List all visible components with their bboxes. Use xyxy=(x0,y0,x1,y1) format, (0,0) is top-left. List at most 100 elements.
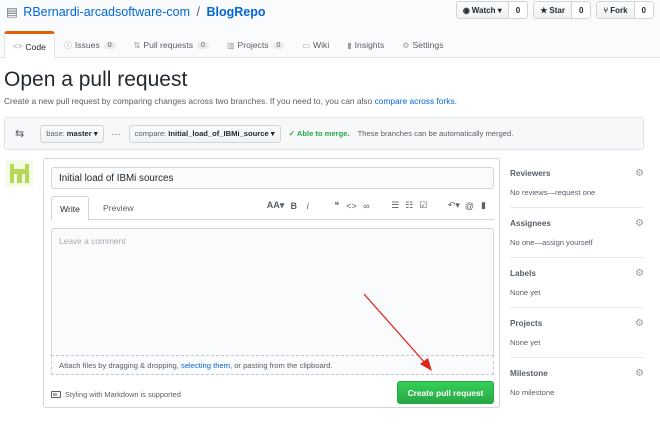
sidebar-heading: Reviewers xyxy=(510,169,551,178)
tab-preview[interactable]: Preview xyxy=(95,196,142,220)
sidebar-assignees: Assignees ⚙ No one—assign yourself xyxy=(510,208,644,258)
code-icon: <> xyxy=(13,42,23,51)
sidebar-value[interactable]: No reviews—request one xyxy=(510,188,644,197)
star-count[interactable]: 0 xyxy=(571,2,591,18)
tab-projects[interactable]: ▥ Projects 0 xyxy=(218,31,294,58)
pull-requests-counter: 0 xyxy=(197,41,209,49)
italic-icon[interactable]: i xyxy=(303,201,312,211)
mention-icon[interactable]: @ xyxy=(465,201,474,211)
select-files-link[interactable]: selecting them xyxy=(181,361,230,370)
tab-label: Insights xyxy=(354,40,385,50)
tab-write[interactable]: Write xyxy=(51,196,89,221)
watch-button-group: ◉ Watch ▾ 0 xyxy=(455,1,529,19)
path-separator: / xyxy=(196,5,200,19)
sidebar-value: No milestone xyxy=(510,388,555,397)
repo-title: ▤ RBernardi-arcadsoftware-com / BlogRepo xyxy=(6,4,266,19)
editor-tabs: Write Preview AA▾ B i ❝ <> ∞ ☰ ☷ ☑ ↶▾ @ … xyxy=(51,196,494,221)
tab-issues[interactable]: ⓘ Issues 0 xyxy=(55,31,125,58)
eye-icon: ◉ xyxy=(462,5,470,15)
fork-count[interactable]: 0 xyxy=(634,2,653,18)
identicon-icon xyxy=(6,160,33,187)
markdown-note: M↓ Styling with Markdown is supported xyxy=(51,390,181,399)
watch-button[interactable]: ◉ Watch ▾ xyxy=(456,2,509,18)
pull-request-icon: ⇅ xyxy=(133,40,141,50)
link-icon[interactable]: ∞ xyxy=(362,201,371,211)
tab-label: Pull requests xyxy=(143,40,194,50)
tab-code[interactable]: <> Code xyxy=(4,31,55,59)
sidebar-value: None yet xyxy=(510,288,541,297)
fork-icon: ⑂ xyxy=(603,5,609,15)
bookmark-icon[interactable]: ▮ xyxy=(479,200,488,211)
compare-key: compare: xyxy=(134,129,167,138)
tab-wiki[interactable]: ▭ Wiki xyxy=(293,31,338,58)
repo-nav: <> Code ⓘ Issues 0 ⇅ Pull requests 0 ▥ Project… xyxy=(4,31,453,59)
bulleted-list-icon[interactable]: ☰ xyxy=(391,200,400,211)
gear-icon[interactable]: ⚙ xyxy=(635,368,644,379)
graph-icon: ▮ xyxy=(347,40,352,50)
base-key: base: xyxy=(46,129,65,138)
tab-label: Wiki xyxy=(313,40,330,50)
pull-request-form: Write Preview AA▾ B i ❝ <> ∞ ☰ ☷ ☑ ↶▾ @ … xyxy=(43,158,500,408)
sidebar-heading: Projects xyxy=(510,319,543,328)
base-value: master ▾ xyxy=(66,129,98,138)
sidebar-labels: Labels ⚙ None yet xyxy=(510,258,644,308)
sidebar-heading: Labels xyxy=(510,269,536,278)
tab-settings[interactable]: ⚙ Settings xyxy=(393,31,452,58)
compare-across-forks-link[interactable]: compare across forks. xyxy=(375,96,457,106)
star-button-group: ★ Star 0 xyxy=(533,1,592,19)
tab-label: Settings xyxy=(412,40,444,50)
projects-counter: 0 xyxy=(272,41,285,49)
gear-icon[interactable]: ⚙ xyxy=(635,168,644,179)
repo-actions: ◉ Watch ▾ 0 ★ Star 0 ⑂ Fork 0 xyxy=(455,1,654,19)
create-pull-request-button[interactable]: Create pull request xyxy=(397,381,494,404)
repo-owner-link[interactable]: RBernardi-arcadsoftware-com xyxy=(23,5,190,19)
file-drop-zone[interactable]: Attach files by dragging & dropping, sel… xyxy=(51,355,494,375)
repo-name-link[interactable]: BlogRepo xyxy=(206,5,265,19)
gear-icon[interactable]: ⚙ xyxy=(635,218,644,229)
issues-counter: 0 xyxy=(103,41,116,49)
tab-pull-requests[interactable]: ⇅ Pull requests 0 xyxy=(125,31,218,58)
sidebar-projects: Projects ⚙ None yet xyxy=(510,308,644,358)
quote-icon[interactable]: ❝ xyxy=(332,200,341,211)
gear-icon[interactable]: ⚙ xyxy=(635,318,644,329)
base-branch-select[interactable]: base: master ▾ xyxy=(40,124,104,143)
reply-icon[interactable]: ↶▾ xyxy=(448,200,460,211)
numbered-list-icon[interactable]: ☷ xyxy=(405,200,414,211)
tab-label: Code xyxy=(25,41,46,52)
star-icon: ★ xyxy=(540,5,548,15)
fork-button-group: ⑂ Fork 0 xyxy=(596,1,654,19)
compare-icon: ⇆ xyxy=(15,128,25,140)
page-lead: Create a new pull request by comparing c… xyxy=(4,96,457,106)
issue-icon: ⓘ xyxy=(63,40,72,50)
attach-text: Attach files by dragging & dropping, xyxy=(59,360,179,370)
comment-textarea[interactable] xyxy=(51,228,494,355)
gear-icon: ⚙ xyxy=(402,40,410,50)
tab-insights[interactable]: ▮ Insights xyxy=(338,31,393,58)
sidebar-value[interactable]: No one—assign yourself xyxy=(510,238,644,247)
gear-icon[interactable]: ⚙ xyxy=(635,268,644,279)
book-icon: ▭ xyxy=(302,40,311,50)
text-size-icon[interactable]: AA▾ xyxy=(267,200,285,211)
page-title: Open a pull request xyxy=(4,68,188,91)
pr-title-input[interactable] xyxy=(51,167,494,189)
lead-text: Create a new pull request by comparing c… xyxy=(4,96,373,106)
task-list-icon[interactable]: ☑ xyxy=(419,200,428,211)
compare-value: Initial_load_of_IBMi_source ▾ xyxy=(168,129,275,138)
compare-branch-select[interactable]: compare: Initial_load_of_IBMi_source ▾ xyxy=(128,124,281,143)
merge-status: ✓ Able to merge. xyxy=(288,129,350,138)
fork-button[interactable]: ⑂ Fork xyxy=(597,2,635,18)
branch-range-editor: ⇆ base: master ▾ ··· compare: Initial_load… xyxy=(4,117,644,150)
star-button[interactable]: ★ Star xyxy=(534,2,572,18)
tab-label: Projects xyxy=(237,40,269,50)
code-icon[interactable]: <> xyxy=(346,201,357,211)
bold-icon[interactable]: B xyxy=(289,201,298,211)
sidebar-reviewers: Reviewers ⚙ No reviews—request one xyxy=(510,158,644,208)
markdown-toolbar: AA▾ B i ❝ <> ∞ ☰ ☷ ☑ ↶▾ @ ▮ xyxy=(267,200,488,211)
watch-count[interactable]: 0 xyxy=(508,2,528,18)
project-icon: ▥ xyxy=(226,40,235,50)
merge-message: These branches can be automatically merg… xyxy=(357,129,514,138)
markdown-note-text[interactable]: Styling with Markdown is supported xyxy=(65,390,181,399)
repo-icon: ▤ xyxy=(6,5,18,19)
avatar xyxy=(6,160,33,187)
markdown-icon: M↓ xyxy=(51,391,61,398)
